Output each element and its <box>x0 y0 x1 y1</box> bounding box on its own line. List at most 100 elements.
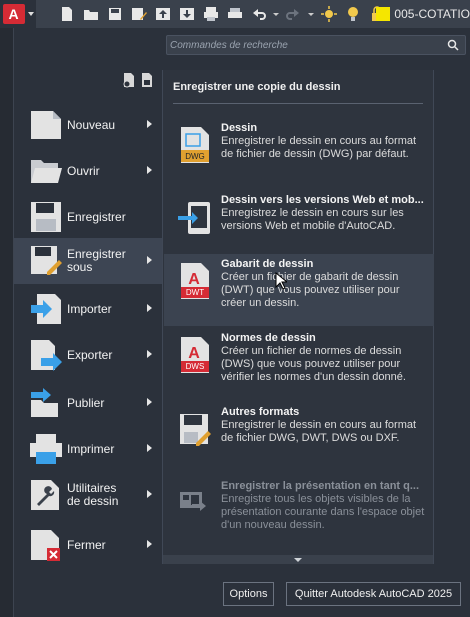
chevron-right-icon <box>147 350 152 358</box>
entry-name: Enregistrer la présentation en tant q... <box>221 480 420 492</box>
recent-open-toggle <box>122 72 154 88</box>
chevron-right-icon <box>147 256 152 264</box>
menu-item-fermer[interactable]: Fermer <box>14 522 162 568</box>
menu-item-label: Nouveau <box>67 117 116 132</box>
printer-icon <box>27 430 65 468</box>
import-icon <box>27 290 65 328</box>
save-layout-as-drawing-entry: Enregistrer la présentation en tant q...… <box>164 476 434 548</box>
sun-icon[interactable] <box>318 3 340 25</box>
menu-item-publier[interactable]: Publier <box>14 380 162 426</box>
svg-text:DWT: DWT <box>186 288 204 297</box>
drawing-utilities-icon <box>27 476 65 514</box>
mouse-cursor-icon <box>275 272 287 290</box>
divider <box>173 103 423 104</box>
other-formats-icon <box>180 414 211 446</box>
menu-item-enregistrer[interactable]: Enregistrer <box>14 194 162 240</box>
chevron-right-icon <box>147 304 152 312</box>
lightbulb-icon[interactable] <box>342 3 364 25</box>
quick-access-toolbar: A 005-COTATIO <box>0 0 470 28</box>
entry-description: Créer un fichier de normes de dessin (DW… <box>221 345 406 383</box>
application-menu-screen: { "app": {"logo_letter": "A", "document_… <box>0 0 470 617</box>
dwg-file-icon: DWG <box>181 127 209 163</box>
entry-description: Enregistre tous les objets visibles de l… <box>221 493 425 531</box>
menu-item-exporter[interactable]: Exporter <box>14 332 162 378</box>
entry-name: Gabarit de dessin <box>221 258 314 270</box>
save-as-submenu-panel: Enregistrer une copie du dessin DWG Dess… <box>162 70 434 564</box>
close-document-icon <box>27 526 65 564</box>
dws-file-icon: ADWS <box>181 337 209 373</box>
menu-item-label: Exporter <box>67 347 113 362</box>
menu-item-label: Enregistrer sous <box>67 247 126 274</box>
qnew-icon[interactable] <box>56 3 78 25</box>
save-to-web-mobile-entry[interactable]: Dessin vers les versions Web et mob... E… <box>164 190 434 262</box>
layer-control[interactable]: 005-COTATIO <box>376 4 470 24</box>
entry-description: Créer un fichier de gabarit de dessin (D… <box>221 271 400 309</box>
options-button[interactable]: Options <box>223 582 274 606</box>
entry-name: Autres formats <box>221 406 300 418</box>
menu-item-label: Publier <box>67 395 105 410</box>
qopen-icon[interactable] <box>80 3 102 25</box>
save-as-template-entry[interactable]: A DWT Gabarit de dessin Créer un fichier … <box>164 254 434 326</box>
open-folder-icon <box>27 152 65 190</box>
application-menu-button[interactable]: A <box>0 0 36 28</box>
undo-icon[interactable] <box>248 3 270 25</box>
plot-icon[interactable] <box>200 3 222 25</box>
chevron-right-icon <box>147 540 152 548</box>
redo-icon[interactable] <box>282 3 304 25</box>
svg-text:A: A <box>188 271 200 288</box>
quit-autocad-button[interactable]: Quitter Autodesk AutoCAD 2025 <box>286 582 461 606</box>
save-disk-icon <box>27 198 65 236</box>
customize-dropdown-icon[interactable] <box>306 3 316 25</box>
batch-plot-icon[interactable] <box>224 3 246 25</box>
chevron-right-icon <box>147 166 152 174</box>
menu-item-label: Fermer <box>67 537 106 552</box>
save-as-dwg-entry[interactable]: DWG Dessin Enregistrer le dessin en cour… <box>164 118 434 190</box>
entry-name: Dessin vers les versions Web et mob... <box>221 194 424 206</box>
dwt-file-icon: ADWT <box>181 263 209 299</box>
svg-text:DWG: DWG <box>185 152 205 161</box>
publish-icon <box>27 384 65 422</box>
qsaveas-icon[interactable] <box>128 3 150 25</box>
menu-item-importer[interactable]: Importer <box>14 286 162 332</box>
menu-item-label: Enregistrer <box>67 209 126 224</box>
panel-title: Enregistrer une copie du dessin <box>173 81 341 93</box>
undo-dropdown-icon[interactable] <box>272 3 280 25</box>
document-title: 005-COTATIO <box>394 7 470 21</box>
search-placeholder: Commandes de recherche <box>170 39 288 51</box>
new-document-icon <box>27 106 65 144</box>
export-icon <box>27 336 65 374</box>
layout-save-icon <box>180 492 206 511</box>
entry-description: Enregistrer le dessin en cours au format… <box>221 135 417 160</box>
menu-item-imprimer[interactable]: Imprimer <box>14 426 162 472</box>
svg-text:DWS: DWS <box>186 362 205 371</box>
search-commands-input[interactable]: Commandes de recherche <box>166 35 466 55</box>
save-other-formats-entry[interactable]: Autres formats Enregistrer le dessin en … <box>164 402 434 474</box>
chevron-down-icon <box>294 557 302 562</box>
web-download-icon[interactable] <box>176 3 198 25</box>
svg-text:A: A <box>188 345 200 362</box>
entry-name: Normes de dessin <box>221 332 316 344</box>
left-gutter <box>0 28 14 617</box>
search-icon <box>447 39 459 51</box>
scroll-down-button[interactable] <box>163 555 433 564</box>
save-as-icon <box>27 242 65 280</box>
web-mobile-icon <box>178 202 210 234</box>
menu-item-ouvrir[interactable]: Ouvrir <box>14 148 162 194</box>
menu-item-label: Ouvrir <box>67 163 100 178</box>
menu-item-utilitaires[interactable]: Utilitaires de dessin <box>14 472 162 518</box>
qsave-icon[interactable] <box>104 3 126 25</box>
menu-item-enregistrer-sous[interactable]: Enregistrer sous <box>14 238 162 284</box>
layer-color-swatch <box>376 7 391 21</box>
menu-item-label: Utilitaires de dessin <box>67 481 119 508</box>
autocad-logo-icon: A <box>2 4 25 24</box>
menu-item-nouveau[interactable]: Nouveau <box>14 102 162 148</box>
recent-documents-icon[interactable] <box>122 72 136 88</box>
entry-description: Enregistrez le dessin en cours sur les v… <box>221 207 404 232</box>
chevron-right-icon <box>147 490 152 498</box>
application-menu-left: Nouveau Ouvrir Enregistrer Enregistrer s… <box>14 66 162 566</box>
chevron-right-icon <box>147 444 152 452</box>
open-documents-icon[interactable] <box>140 72 154 88</box>
web-upload-icon[interactable] <box>152 3 174 25</box>
save-as-standards-entry[interactable]: A DWS Normes de dessin Créer un fichier d… <box>164 328 434 400</box>
chevron-right-icon <box>147 120 152 128</box>
